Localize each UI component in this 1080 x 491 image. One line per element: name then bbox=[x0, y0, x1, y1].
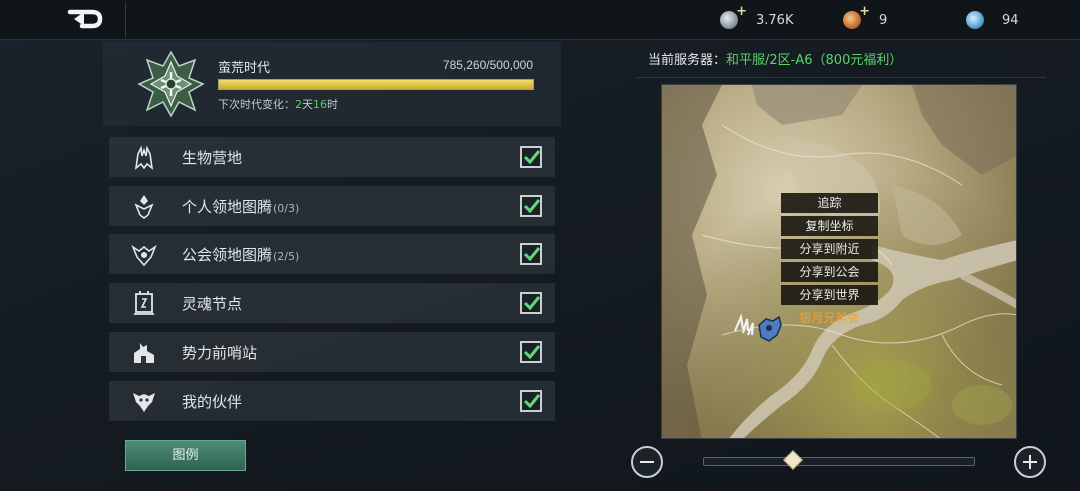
soul-node-icon bbox=[134, 291, 154, 315]
zoom-in-button[interactable] bbox=[1014, 446, 1046, 478]
plus-icon-v bbox=[1029, 455, 1031, 469]
filter-label: 灵魂节点 bbox=[182, 295, 243, 313]
map-context-menu: 追踪 复制坐标 分享到附近 分享到公会 分享到世界 银月兄弟会 bbox=[781, 193, 878, 331]
zoom-slider-thumb[interactable] bbox=[782, 450, 803, 470]
checkmark-icon bbox=[523, 296, 541, 311]
filter-checkbox[interactable] bbox=[520, 243, 542, 265]
personal-totem-icon bbox=[134, 195, 154, 219]
filter-row-partner[interactable]: 我的伙伴 bbox=[109, 381, 555, 421]
bronze-coin-icon: + bbox=[843, 4, 870, 29]
resource-value: 94 bbox=[1002, 12, 1019, 28]
filter-checkbox[interactable] bbox=[520, 390, 542, 412]
menu-item-track[interactable]: 追踪 bbox=[781, 193, 878, 213]
resource-value: 3.76K bbox=[756, 12, 794, 28]
filter-label: 公会领地图腾 bbox=[182, 246, 273, 264]
zoom-out-button[interactable] bbox=[631, 446, 663, 478]
era-progress-bar bbox=[218, 79, 534, 90]
filter-label: 个人领地图腾 bbox=[182, 198, 273, 216]
checkmark-icon bbox=[523, 199, 541, 214]
server-label: 当前服务器： bbox=[648, 53, 727, 68]
checkmark-icon bbox=[523, 394, 541, 409]
era-title: 蛮荒时代 bbox=[218, 61, 271, 76]
resource-orb: 94 bbox=[966, 8, 1019, 32]
filter-count: (0/3) bbox=[273, 202, 300, 215]
era-next-change: 下次时代变化：2天16时 bbox=[218, 96, 338, 112]
add-plus-icon[interactable]: + bbox=[859, 4, 870, 19]
menu-item-share-nearby[interactable]: 分享到附近 bbox=[781, 239, 878, 259]
menu-item-share-guild[interactable]: 分享到公会 bbox=[781, 262, 878, 282]
current-server: 当前服务器：和平服/2区-A6（800元福利） bbox=[648, 49, 902, 68]
menu-item-copy-coords[interactable]: 复制坐标 bbox=[781, 216, 878, 236]
guild-totem-icon bbox=[131, 244, 157, 267]
era-days: 2 bbox=[295, 98, 302, 111]
era-hours: 16 bbox=[313, 98, 327, 111]
creature-camp-icon bbox=[134, 145, 154, 170]
era-panel: 蛮荒时代 785,260/500,000 下次时代变化：2天16时 bbox=[103, 42, 561, 126]
filter-row-personal-totem[interactable]: 个人领地图腾(0/3) bbox=[109, 186, 555, 226]
back-button[interactable] bbox=[62, 4, 110, 34]
silver-coin-icon: + bbox=[720, 4, 747, 29]
resource-silver[interactable]: + 3.76K bbox=[720, 4, 794, 32]
minus-icon bbox=[640, 461, 654, 463]
add-plus-icon[interactable]: + bbox=[736, 4, 747, 19]
checkmark-icon bbox=[523, 150, 541, 165]
era-next-change-label: 下次时代变化： bbox=[218, 98, 295, 111]
era-progress-fill bbox=[219, 80, 533, 89]
topbar-divider bbox=[125, 2, 126, 38]
resource-value: 9 bbox=[879, 12, 888, 28]
filter-checkbox[interactable] bbox=[520, 292, 542, 314]
guild-name-label: 银月兄弟会 bbox=[799, 311, 860, 325]
divider bbox=[636, 77, 1046, 78]
era-progress-text: 785,260/500,000 bbox=[442, 58, 533, 72]
filter-count: (2/5) bbox=[273, 250, 300, 263]
filter-label: 势力前哨站 bbox=[182, 344, 258, 362]
back-arrow-icon bbox=[67, 9, 103, 29]
filter-checkbox[interactable] bbox=[520, 146, 542, 168]
filter-label: 我的伙伴 bbox=[182, 393, 243, 411]
outpost-icon bbox=[134, 343, 154, 363]
menu-item-share-world[interactable]: 分享到世界 bbox=[781, 285, 878, 305]
top-bar: + 3.76K + 9 94 bbox=[0, 0, 1080, 40]
filter-row-creature-camp[interactable]: 生物营地 bbox=[109, 137, 555, 177]
filter-label: 生物营地 bbox=[182, 149, 243, 167]
checkmark-icon bbox=[523, 345, 541, 360]
server-name: 和平服/2区-A6（800元福利） bbox=[726, 53, 903, 68]
crystal-orb-icon bbox=[966, 11, 984, 29]
resource-bronze[interactable]: + 9 bbox=[843, 4, 888, 32]
partner-icon bbox=[133, 393, 155, 412]
filter-checkbox[interactable] bbox=[520, 341, 542, 363]
era-emblem-icon bbox=[137, 50, 205, 118]
filter-row-guild-totem[interactable]: 公会领地图腾(2/5) bbox=[109, 234, 555, 274]
filter-checkbox[interactable] bbox=[520, 195, 542, 217]
era-hours-unit: 时 bbox=[327, 98, 338, 111]
filter-row-outpost[interactable]: 势力前哨站 bbox=[109, 332, 555, 372]
guild-map-marker[interactable] bbox=[731, 311, 785, 347]
checkmark-icon bbox=[523, 247, 541, 262]
filter-row-soul-node[interactable]: 灵魂节点 bbox=[109, 283, 555, 323]
legend-button[interactable]: 图例 bbox=[125, 440, 246, 471]
era-days-unit: 天 bbox=[302, 98, 313, 111]
zoom-slider[interactable] bbox=[703, 457, 975, 466]
